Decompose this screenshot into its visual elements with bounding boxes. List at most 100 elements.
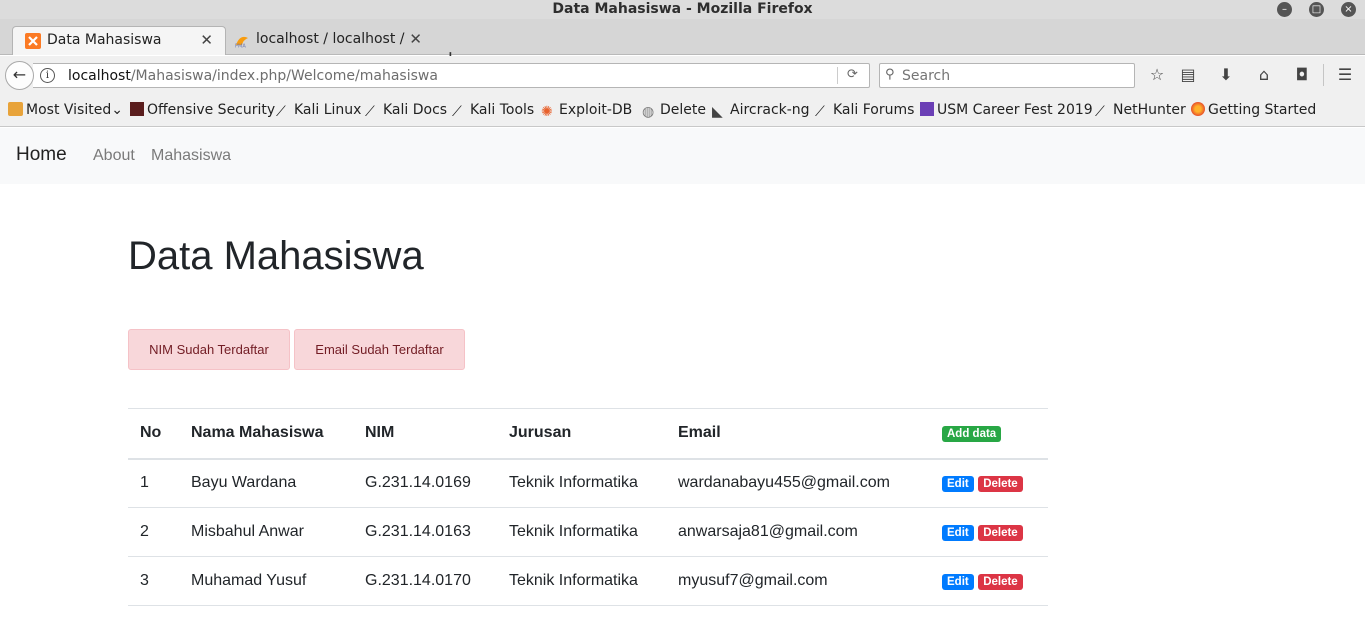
column-header-no: No [128,408,179,460]
cell-actions: Edit Delete [930,556,1048,606]
download-icon[interactable]: ⬇ [1216,65,1236,85]
mahasiswa-table: No Nama Mahasiswa NIM Jurusan Email Add … [128,408,1048,606]
exploit-db-icon: ✺ [541,104,553,120]
cell-jurusan: Teknik Informatika [497,556,666,606]
kali-dragon-icon: ⟋ [276,104,286,120]
xampp-favicon-icon [25,33,41,49]
cell-nim: G.231.14.0170 [353,556,497,606]
url-bar[interactable]: i localhost/Mahasiswa/index.php/Welcome/… [33,63,870,88]
kali-dragon-icon: ⟋ [365,104,375,120]
alert-email-registered: Email Sudah Terdaftar [294,329,465,370]
delete-button[interactable]: Delete [978,525,1023,541]
edit-button[interactable]: Edit [942,525,974,541]
bookmark-offensive-security[interactable]: Offensive Security [130,102,275,118]
maximize-icon[interactable]: □ [1309,2,1324,17]
kali-dragon-icon: ⟋ [815,104,825,120]
cell-nim: G.231.14.0169 [353,458,497,508]
bookmark-exploit-db[interactable]: ✺ Exploit-DB [541,102,632,120]
delete-button[interactable]: Delete [978,574,1023,590]
url-text[interactable]: localhost/Mahasiswa/index.php/Welcome/ma… [68,68,438,84]
tab-close-icon[interactable]: ✕ [200,31,213,49]
tab-phpmyadmin[interactable]: PMA localhost / localhost / ... ✕ [228,26,434,55]
add-data-button[interactable]: Add data [942,426,1002,443]
cell-email: myusuf7@gmail.com [666,556,930,606]
nav-link-about[interactable]: About [93,147,135,165]
cell-actions: Edit Delete [930,507,1048,557]
window-title: Data Mahasiswa - Mozilla Firefox [552,1,813,17]
cell-nama: Misbahul Anwar [179,507,353,557]
info-icon[interactable]: i [40,68,55,83]
search-icon: ⚲ [885,67,895,82]
page-content: Home About Mahasiswa Data Mahasiswa NIM … [0,128,1365,634]
aircrack-icon: ◣ [712,104,723,120]
svg-text:PMA: PMA [235,44,246,49]
column-header-nim: NIM [353,408,497,460]
bookmarks-toolbar: Most Visited⌄ Offensive Security ⟋ Kali L… [0,94,1365,127]
window-titlebar: Data Mahasiswa - Mozilla Firefox – □ × [0,0,1365,19]
search-input[interactable] [902,66,1122,85]
cell-no: 3 [128,556,179,606]
bookmark-kali-linux[interactable]: ⟋ Kali Linux [276,102,361,120]
edit-button[interactable]: Edit [942,574,974,590]
reading-list-icon[interactable]: ▤ [1178,65,1198,85]
minimize-icon[interactable]: – [1277,2,1292,17]
bookmark-kali-docs[interactable]: ⟋ Kali Docs [365,102,447,120]
cell-jurusan: Teknik Informatika [497,507,666,557]
toolbar-divider [1323,64,1324,86]
tab-data-mahasiswa[interactable]: Data Mahasiswa ✕ [12,26,226,55]
tab-label: Data Mahasiswa [47,32,162,48]
table-row: 3 Muhamad Yusuf G.231.14.0170 Teknik Inf… [128,556,1048,606]
navigation-toolbar: i localhost/Mahasiswa/index.php/Welcome/… [0,56,1365,94]
search-bar[interactable]: ⚲ [879,63,1135,88]
folder-icon [8,102,23,116]
column-header-nama: Nama Mahasiswa [179,408,353,460]
home-icon[interactable]: ⌂ [1254,65,1274,85]
bookmark-most-visited[interactable]: Most Visited⌄ [8,102,123,118]
bookmark-aircrack-ng[interactable]: ◣ Aircrack-ng [712,102,810,120]
close-window-icon[interactable]: × [1341,2,1356,17]
reload-icon[interactable]: ⟳ [847,67,858,82]
bookmark-nethunter[interactable]: ⟋ NetHunter [1095,102,1186,120]
nav-link-mahasiswa[interactable]: Mahasiswa [151,147,231,165]
table-header-row: No Nama Mahasiswa NIM Jurusan Email Add … [128,408,1048,460]
firefox-icon [1191,102,1205,116]
bookmark-getting-started[interactable]: Getting Started [1191,102,1316,118]
url-divider [837,67,838,84]
tab-strip: Data Mahasiswa ✕ PMA localhost / localho… [0,19,1365,70]
column-header-email: Email [666,408,930,460]
pocket-icon[interactable]: ◘ [1292,65,1312,85]
cell-actions: Edit Delete [930,458,1048,508]
hamburger-menu-icon[interactable]: ☰ [1335,65,1355,85]
cell-email: wardanabayu455@gmail.com [666,458,930,508]
navbar-brand-home[interactable]: Home [16,144,67,166]
bookmark-usm-career-fest[interactable]: USM Career Fest 2019 [920,102,1093,118]
globe-icon: ◍ [642,104,655,120]
cell-nama: Muhamad Yusuf [179,556,353,606]
back-arrow-icon[interactable]: ← [5,61,34,90]
alert-nim-registered: NIM Sudah Terdaftar [128,329,290,370]
bookmark-kali-tools[interactable]: ⟋ Kali Tools [452,102,534,120]
chevron-down-icon: ⌄ [111,102,123,118]
kali-dragon-icon: ⟋ [452,104,462,120]
table-row: 1 Bayu Wardana G.231.14.0169 Teknik Info… [128,458,1048,508]
page-title: Data Mahasiswa [128,234,424,278]
tab-label: localhost / localhost / ... [256,31,406,47]
cell-jurusan: Teknik Informatika [497,458,666,508]
column-header-jurusan: Jurusan [497,408,666,460]
forms-icon [920,102,934,116]
edit-button[interactable]: Edit [942,476,974,493]
column-header-actions: Add data [930,408,1048,460]
cell-no: 1 [128,458,179,508]
site-navbar: Home About Mahasiswa [0,128,1365,184]
cell-email: anwarsaja81@gmail.com [666,507,930,557]
tab-close-icon[interactable]: ✕ [409,30,422,48]
table-row: 2 Misbahul Anwar G.231.14.0163 Teknik In… [128,507,1048,557]
bookmark-star-icon[interactable]: ☆ [1147,65,1167,85]
bookmark-kali-forums[interactable]: ⟋ Kali Forums [815,102,914,120]
kali-dragon-icon: ⟋ [1095,104,1105,120]
bookmark-delete[interactable]: ◍ Delete [642,102,706,120]
cell-nama: Bayu Wardana [179,458,353,508]
delete-button[interactable]: Delete [978,476,1023,493]
offsec-icon [130,102,144,116]
cell-no: 2 [128,507,179,557]
